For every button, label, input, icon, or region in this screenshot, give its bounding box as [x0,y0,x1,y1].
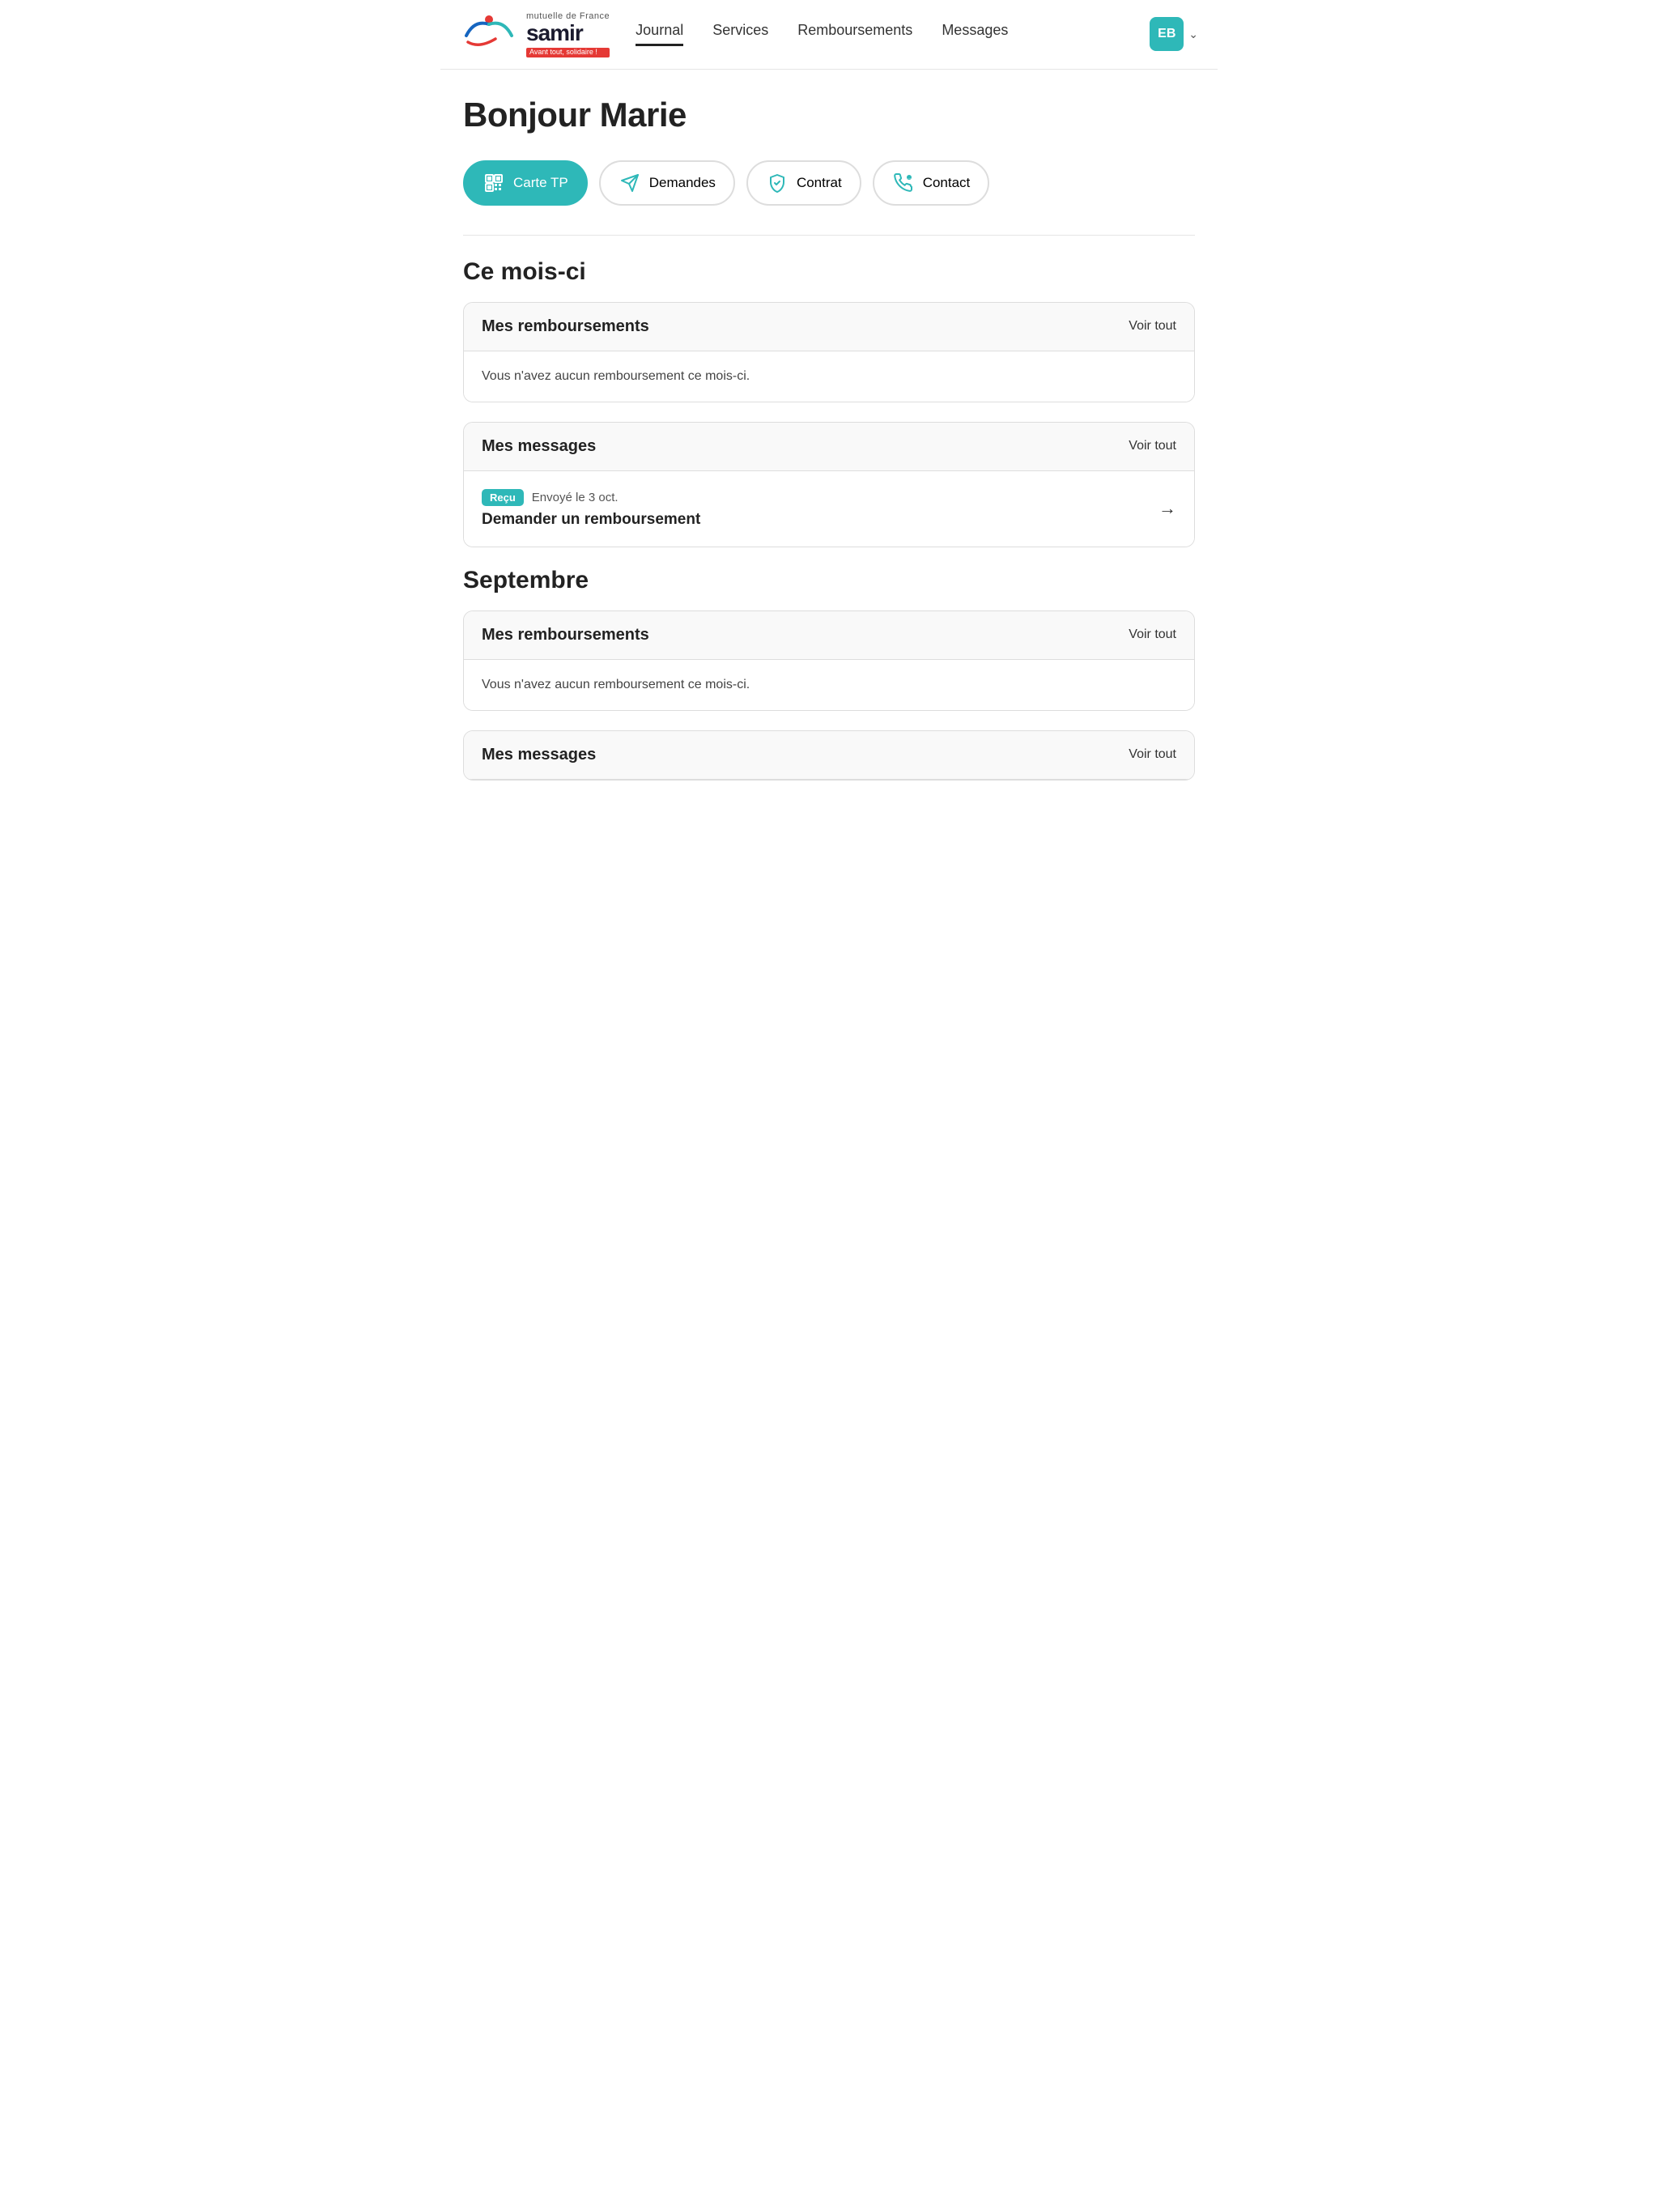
logo-tagline: Avant tout, solidaire ! [526,48,610,57]
logo-icon [460,13,518,55]
contact-label: Contact [923,175,971,191]
user-avatar-button[interactable]: EB [1150,17,1184,51]
logo-brand: samir [526,21,610,46]
phone-chat-icon: ... [892,172,915,194]
card-header-remboursements-mois: Mes remboursements Voir tout [464,303,1194,351]
card-title-remboursements-mois: Mes remboursements [482,317,649,336]
remboursements-sept-empty: Vous n'avez aucun remboursement ce mois-… [482,678,1176,692]
carte-tp-label: Carte TP [513,175,568,191]
qr-icon [483,172,505,194]
main-nav: Journal Services Remboursements Messages [636,22,1124,46]
message-date-0: Envoyé le 3 oct. [532,491,619,504]
main-content: Bonjour Marie Carte TP [440,70,1218,826]
message-item-0[interactable]: Reçu Envoyé le 3 oct. Demander un rembou… [482,489,1176,529]
section-septembre: Septembre Mes remboursements Voir tout V… [463,567,1195,781]
site-header: mutuelle de France samir Avant tout, sol… [440,0,1218,70]
message-title-0: Demander un remboursement [482,511,1176,529]
badge-recu: Reçu [482,489,524,506]
user-menu: EB ⌄ [1150,17,1198,51]
card-title-remboursements-sept: Mes remboursements [482,626,649,644]
user-menu-chevron[interactable]: ⌄ [1188,28,1198,41]
contrat-label: Contrat [797,175,842,191]
demandes-label: Demandes [649,175,716,191]
nav-remboursements[interactable]: Remboursements [797,22,912,46]
section-ce-mois-ci: Ce mois-ci Mes remboursements Voir tout … [463,258,1195,547]
paper-plane-icon [619,172,641,194]
card-messages-sept: Mes messages Voir tout [463,730,1195,781]
section-divider [463,235,1195,236]
card-messages-mois: Mes messages Voir tout Reçu Envoyé le 3 … [463,422,1195,547]
voir-tout-remboursements-mois[interactable]: Voir tout [1129,319,1176,334]
voir-tout-messages-sept[interactable]: Voir tout [1129,747,1176,762]
card-header-remboursements-sept: Mes remboursements Voir tout [464,611,1194,660]
section-title-ce-mois-ci: Ce mois-ci [463,258,1195,286]
quick-actions-bar: Carte TP Demandes Contrat [463,160,1195,206]
logo: mutuelle de France samir Avant tout, sol… [460,11,610,57]
quick-action-carte-tp[interactable]: Carte TP [463,160,588,206]
logo-text: mutuelle de France samir Avant tout, sol… [526,11,610,57]
greeting-heading: Bonjour Marie [463,96,1195,134]
remboursements-mois-empty: Vous n'avez aucun remboursement ce mois-… [482,369,1176,384]
section-title-septembre: Septembre [463,567,1195,594]
card-header-messages-sept: Mes messages Voir tout [464,731,1194,780]
voir-tout-remboursements-sept[interactable]: Voir tout [1129,627,1176,642]
card-title-messages-mois: Mes messages [482,437,596,456]
nav-messages[interactable]: Messages [942,22,1008,46]
nav-services[interactable]: Services [712,22,768,46]
message-meta-0: Reçu Envoyé le 3 oct. [482,489,1176,506]
message-arrow-0[interactable]: → [1158,498,1176,519]
card-remboursements-sept: Mes remboursements Voir tout Vous n'avez… [463,610,1195,711]
quick-action-demandes[interactable]: Demandes [599,160,735,206]
svg-text:...: ... [908,176,910,180]
card-body-remboursements-mois: Vous n'avez aucun remboursement ce mois-… [464,351,1194,402]
quick-action-contrat[interactable]: Contrat [746,160,861,206]
card-body-remboursements-sept: Vous n'avez aucun remboursement ce mois-… [464,660,1194,710]
card-body-messages-mois: Reçu Envoyé le 3 oct. Demander un rembou… [464,471,1194,547]
card-title-messages-sept: Mes messages [482,746,596,764]
shield-check-icon [766,172,789,194]
card-header-messages-mois: Mes messages Voir tout [464,423,1194,471]
card-remboursements-mois: Mes remboursements Voir tout Vous n'avez… [463,302,1195,402]
nav-journal[interactable]: Journal [636,22,683,46]
voir-tout-messages-mois[interactable]: Voir tout [1129,439,1176,453]
quick-action-contact[interactable]: ... Contact [873,160,990,206]
